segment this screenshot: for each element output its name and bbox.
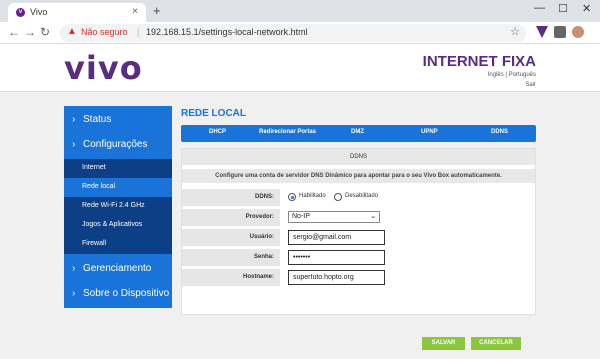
tab-bar: DHCP Redirecionar Portas DMZ UPNP DDNS xyxy=(181,125,536,142)
hostname-label: Hostname: xyxy=(182,269,280,286)
chevron-right-icon: › xyxy=(72,114,76,125)
sidebar: › Status › Configurações Internet Rede l… xyxy=(64,106,172,308)
sidebar-item-label: Sobre o Dispositivo xyxy=(83,288,170,299)
back-icon[interactable]: ← xyxy=(8,25,20,39)
hostname-input[interactable]: supertuto.hopto.org xyxy=(288,270,385,285)
sidebar-item-gerenciamento[interactable]: › Gerenciamento xyxy=(64,263,172,277)
tab-ddns[interactable]: DDNS xyxy=(491,129,508,135)
browser-tabstrip: v Vivo × + — ☐ ✕ xyxy=(0,0,600,22)
star-icon[interactable]: ☆ xyxy=(510,25,520,38)
sidebar-subitem-firewall[interactable]: Firewall xyxy=(64,235,172,254)
tab-dmz[interactable]: DMZ xyxy=(351,129,364,135)
sidebar-subitem-label: Internet xyxy=(82,164,106,171)
password-label: Senha: xyxy=(182,249,280,266)
vivaldi-extension-icon[interactable] xyxy=(536,26,548,38)
chevron-down-icon: ⌄ xyxy=(370,213,376,220)
password-row: Senha: ••••••• xyxy=(182,249,535,266)
new-tab-button[interactable]: + xyxy=(153,3,161,18)
chevron-right-icon: › xyxy=(72,139,76,150)
brand-title: INTERNET FIXA xyxy=(422,53,536,70)
tab-upnp[interactable]: UPNP xyxy=(421,129,438,135)
sidebar-subitem-label: Rede Wi-Fi 2.4 GHz xyxy=(82,202,145,209)
sidebar-item-status[interactable]: › Status xyxy=(64,114,172,128)
user-label: Usuário: xyxy=(182,229,280,246)
save-button[interactable]: SALVAR xyxy=(422,337,465,350)
ddns-row: DDNS: Habilitado Desabilitado xyxy=(182,189,535,206)
ddns-disabled-radio[interactable] xyxy=(334,193,342,201)
provider-label: Provedor: xyxy=(182,209,280,226)
sidebar-item-label: Status xyxy=(83,114,112,125)
provider-field: No-IP ⌄ xyxy=(282,209,535,226)
sidebar-subitem-label: Rede local xyxy=(82,183,116,190)
username-input[interactable]: sergio@gmail.com xyxy=(288,230,385,245)
ddns-enabled-label: Habilitado xyxy=(299,193,326,199)
ddns-field: Habilitado Desabilitado xyxy=(282,189,535,206)
minimize-icon[interactable]: — xyxy=(534,2,545,14)
logout-link[interactable]: Sair xyxy=(525,82,536,88)
sidebar-subitem-label: Jogos & Aplicativos xyxy=(82,221,143,228)
cancel-button[interactable]: CANCELAR xyxy=(471,337,521,350)
sidebar-item-label: Gerenciamento xyxy=(83,263,152,274)
url-separator: | xyxy=(137,27,140,37)
ddns-enabled-radio[interactable] xyxy=(288,193,296,201)
ddns-panel: DDNS Configure uma conta de servidor DNS… xyxy=(181,148,536,315)
ddns-label: DDNS: xyxy=(182,189,280,206)
vivo-logo: vivo xyxy=(64,49,143,87)
provider-row: Provedor: No-IP ⌄ xyxy=(182,209,535,226)
ddns-disabled-label: Desabilitado xyxy=(345,193,379,199)
page-header: vivo INTERNET FIXA Inglês | Português Sa… xyxy=(0,45,600,91)
user-row: Usuário: sergio@gmail.com xyxy=(182,229,535,246)
router-page: vivo INTERNET FIXA Inglês | Português Sa… xyxy=(0,45,600,359)
provider-value: No-IP xyxy=(292,213,310,220)
user-field: sergio@gmail.com xyxy=(282,229,535,246)
chevron-right-icon: › xyxy=(72,263,76,274)
sidebar-item-label: Configurações xyxy=(83,139,148,150)
password-input[interactable]: ••••••• xyxy=(288,250,385,265)
warning-icon: ▲ xyxy=(67,26,77,37)
password-field: ••••••• xyxy=(282,249,535,266)
url-text[interactable]: 192.168.15.1/settings-local-network.html xyxy=(146,27,308,37)
provider-select[interactable]: No-IP ⌄ xyxy=(288,211,380,223)
chevron-right-icon: › xyxy=(72,288,76,299)
tab-redirecionar-portas[interactable]: Redirecionar Portas xyxy=(259,129,316,135)
hostname-row: Hostname: supertuto.hopto.org xyxy=(182,269,535,286)
sidebar-subitem-internet[interactable]: Internet xyxy=(64,159,172,178)
sidebar-subitem-jogos[interactable]: Jogos & Aplicativos xyxy=(64,216,172,235)
sidebar-item-sobre[interactable]: › Sobre o Dispositivo xyxy=(64,288,172,302)
sidebar-subitem-rede-local[interactable]: Rede local xyxy=(64,178,172,197)
browser-tab[interactable]: v Vivo × xyxy=(8,3,146,22)
avatar[interactable] xyxy=(572,26,584,38)
tab-title: Vivo xyxy=(30,7,48,17)
sidebar-subitem-label: Firewall xyxy=(82,240,107,247)
forward-icon[interactable]: → xyxy=(24,25,36,39)
extension-icon[interactable] xyxy=(554,26,566,38)
tab-close-icon[interactable]: × xyxy=(132,6,138,17)
panel-description: Configure uma conta de servidor DNS Dinâ… xyxy=(182,169,535,183)
maximize-icon[interactable]: ☐ xyxy=(558,2,568,15)
not-secure-label[interactable]: Não seguro xyxy=(81,27,128,37)
panel-title: DDNS xyxy=(182,149,535,165)
window-close-icon[interactable]: ✕ xyxy=(582,2,591,15)
language-switcher[interactable]: Inglês | Português xyxy=(488,72,536,78)
tab-dhcp[interactable]: DHCP xyxy=(209,129,226,135)
reload-icon[interactable]: ↻ xyxy=(40,25,50,39)
browser-toolbar: ← → ↻ ▲ Não seguro | 192.168.15.1/settin… xyxy=(0,22,600,44)
hostname-field: supertuto.hopto.org xyxy=(282,269,535,286)
sidebar-item-configuracoes[interactable]: › Configurações xyxy=(64,139,172,153)
sidebar-subitem-wifi[interactable]: Rede Wi-Fi 2.4 GHz xyxy=(64,197,172,216)
page-title: REDE LOCAL xyxy=(181,108,246,119)
vivo-favicon-icon: v xyxy=(16,8,25,17)
address-bar[interactable]: ▲ Não seguro | 192.168.15.1/settings-loc… xyxy=(60,24,526,42)
